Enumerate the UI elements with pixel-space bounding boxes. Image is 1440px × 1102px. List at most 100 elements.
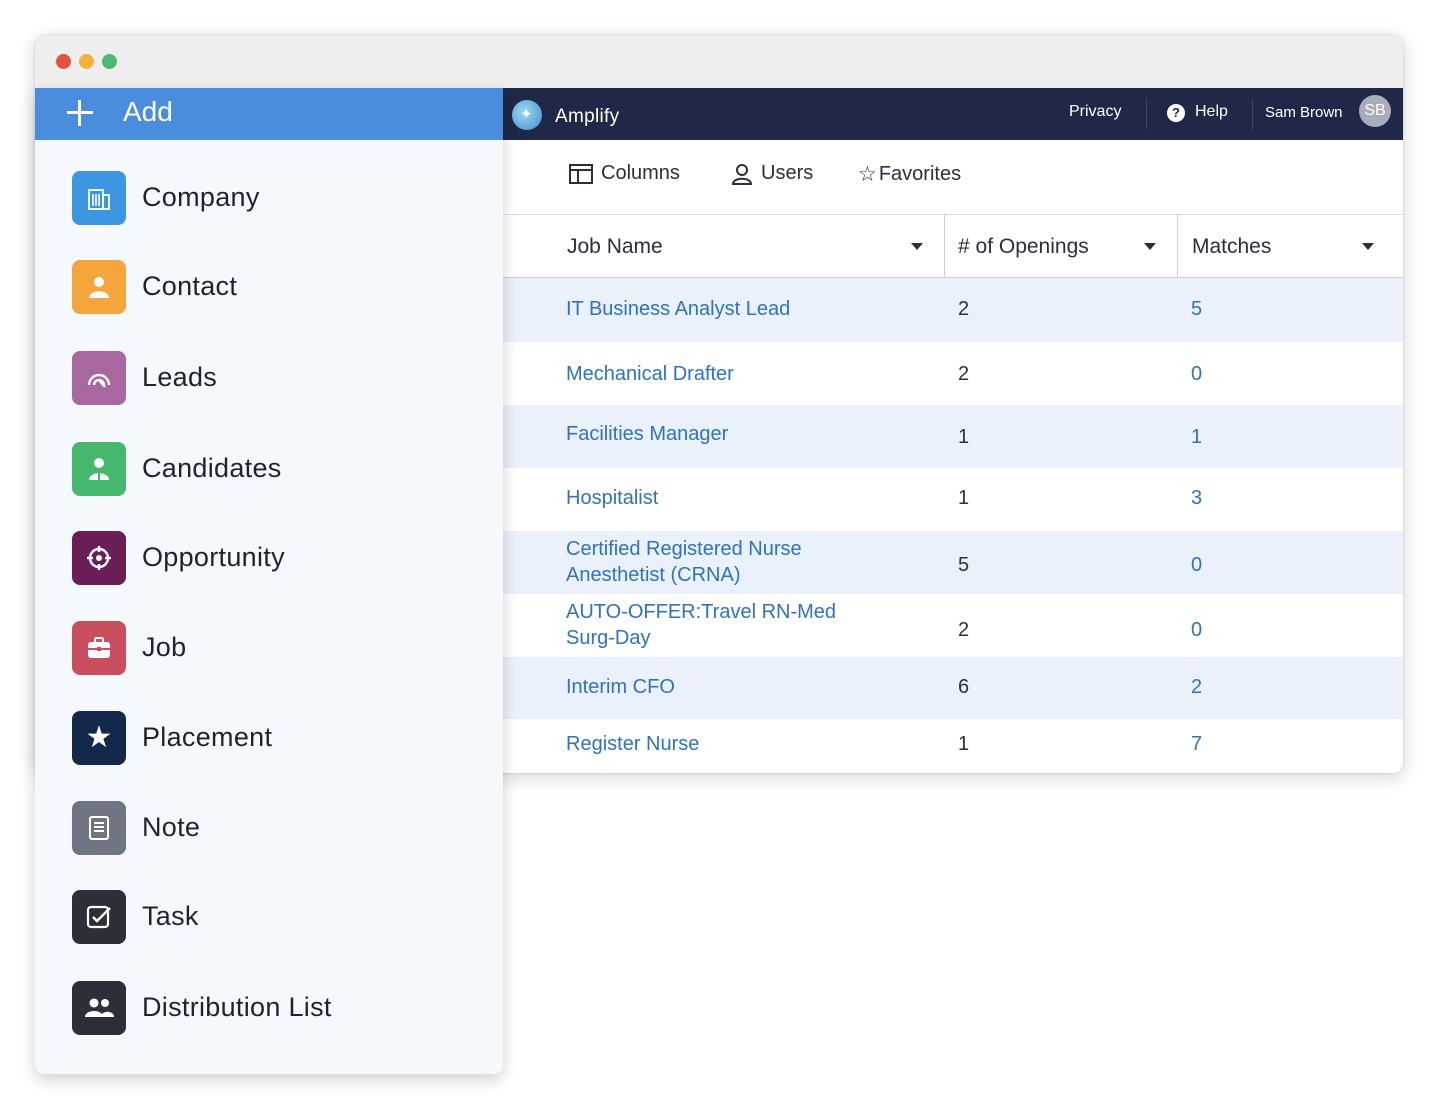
matches-link[interactable]: 3: [1191, 487, 1202, 510]
favorites-label: Favorites: [878, 163, 962, 185]
top-navigation-bar: Amplify Privacy ? Help Sam Brown SB: [503, 88, 1403, 140]
add-company-item[interactable]: Company: [35, 158, 503, 238]
openings-count: 2: [958, 363, 970, 385]
table-row[interactable]: Certified Registered Nurse Anesthetist (…: [503, 531, 1403, 594]
amplify-logo-icon: [512, 100, 542, 130]
matches-link[interactable]: 0: [1191, 363, 1202, 386]
openings-count: 5: [958, 554, 970, 576]
columns-button[interactable]: Columns: [569, 162, 680, 185]
openings-count: 1: [958, 487, 970, 509]
job-name-link[interactable]: Register Nurse: [566, 731, 886, 757]
column-header-matches[interactable]: Matches: [1192, 215, 1271, 278]
matches-link[interactable]: 2: [1191, 676, 1202, 699]
openings-count: 1: [958, 733, 970, 755]
sort-caret-icon[interactable]: [1144, 243, 1156, 250]
privacy-link[interactable]: Privacy: [1069, 103, 1121, 121]
job-name-link[interactable]: Certified Registered Nurse Anesthetist (…: [566, 536, 866, 588]
user-name[interactable]: Sam Brown: [1265, 104, 1343, 121]
add-note-item[interactable]: Note: [35, 788, 503, 868]
openings-count: 6: [958, 676, 970, 698]
add-task-item[interactable]: Task: [35, 877, 503, 957]
job-name-link[interactable]: Interim CFO: [566, 674, 886, 700]
help-link[interactable]: Help: [1195, 103, 1228, 121]
menu-label: Leads: [142, 362, 218, 392]
users-label: Users: [761, 162, 814, 184]
user-icon: [731, 163, 753, 185]
checkbox-icon: [72, 890, 126, 944]
columns-label: Columns: [601, 162, 680, 184]
help-icon[interactable]: ?: [1167, 104, 1185, 122]
menu-label: Task: [142, 901, 199, 931]
column-divider: [1177, 215, 1178, 278]
users-button[interactable]: Users: [731, 162, 813, 185]
add-opportunity-item[interactable]: Opportunity: [35, 518, 503, 598]
person-icon: [72, 260, 126, 314]
openings-count: 2: [958, 619, 970, 641]
minimize-window-button[interactable]: [79, 54, 94, 69]
add-candidates-item[interactable]: Candidates: [35, 429, 503, 509]
building-icon: [72, 171, 126, 225]
job-name-link[interactable]: Mechanical Drafter: [566, 361, 886, 387]
maximize-window-button[interactable]: [102, 54, 117, 69]
table-row[interactable]: AUTO-OFFER:Travel RN-Med Surg-Day 2 0: [503, 594, 1403, 657]
add-job-item[interactable]: Job: [35, 608, 503, 688]
job-name-link[interactable]: AUTO-OFFER:Travel RN-Med Surg-Day: [566, 599, 866, 651]
app-title: Amplify: [555, 106, 620, 127]
nav-divider: [1252, 98, 1253, 130]
sort-caret-icon[interactable]: [1362, 243, 1374, 250]
menu-label: Candidates: [142, 453, 282, 483]
window-titlebar: [35, 35, 1403, 88]
job-name-link[interactable]: IT Business Analyst Lead: [566, 296, 886, 322]
table-row[interactable]: Mechanical Drafter 2 0: [503, 342, 1403, 405]
plus-icon: [65, 98, 95, 128]
group-icon: [72, 981, 126, 1035]
sort-caret-icon[interactable]: [911, 243, 923, 250]
add-leads-item[interactable]: Leads: [35, 338, 503, 418]
add-label: Add: [123, 96, 173, 127]
add-contact-item[interactable]: Contact: [35, 247, 503, 327]
note-icon: [72, 801, 126, 855]
table-row[interactable]: Facilities Manager 1 1: [503, 405, 1403, 468]
star-icon: ★: [72, 711, 126, 765]
job-name-link[interactable]: Facilities Manager: [566, 421, 886, 447]
favorites-button[interactable]: ☆ Favorites: [858, 162, 961, 187]
matches-link[interactable]: 0: [1191, 619, 1202, 642]
candidate-icon: [72, 442, 126, 496]
column-header-job-name[interactable]: Job Name: [567, 215, 663, 278]
menu-label: Note: [142, 812, 201, 842]
table-row[interactable]: Register Nurse 1 7: [503, 719, 1403, 773]
menu-label: Job: [142, 632, 187, 662]
menu-label: Distribution List: [142, 992, 332, 1022]
columns-icon: [569, 163, 593, 184]
matches-link[interactable]: 7: [1191, 733, 1202, 756]
list-toolbar: Columns Users ☆ Favorites: [503, 140, 1403, 215]
job-table-body: IT Business Analyst Lead 2 5 Mechanical …: [503, 278, 1403, 773]
matches-link[interactable]: 5: [1191, 298, 1202, 321]
openings-count: 1: [958, 426, 970, 448]
menu-label: Placement: [142, 722, 273, 752]
table-row[interactable]: Hospitalist 1 3: [503, 468, 1403, 531]
signal-icon: [72, 351, 126, 405]
job-name-link[interactable]: Hospitalist: [566, 485, 886, 511]
table-row[interactable]: Interim CFO 6 2: [503, 657, 1403, 719]
target-icon: [72, 531, 126, 585]
add-menu-panel: Add Company Contact Leads Candidates Opp…: [35, 88, 503, 1074]
menu-label: Opportunity: [142, 542, 285, 572]
nav-divider: [1146, 98, 1147, 130]
menu-label: Company: [142, 182, 260, 212]
openings-count: 2: [958, 298, 970, 320]
table-row[interactable]: IT Business Analyst Lead 2 5: [503, 278, 1403, 342]
table-header: Job Name # of Openings Matches: [503, 215, 1403, 278]
briefcase-icon: [72, 621, 126, 675]
close-window-button[interactable]: [56, 54, 71, 69]
add-button[interactable]: Add: [35, 88, 503, 140]
avatar[interactable]: SB: [1359, 95, 1391, 127]
matches-link[interactable]: 1: [1191, 426, 1202, 449]
column-divider: [944, 215, 945, 278]
add-placement-item[interactable]: ★ Placement: [35, 698, 503, 778]
matches-link[interactable]: 0: [1191, 554, 1202, 577]
add-distribution-list-item[interactable]: Distribution List: [35, 968, 503, 1048]
menu-label: Contact: [142, 271, 238, 301]
star-outline-icon: ☆: [858, 163, 877, 186]
column-header-openings[interactable]: # of Openings: [958, 215, 1089, 278]
